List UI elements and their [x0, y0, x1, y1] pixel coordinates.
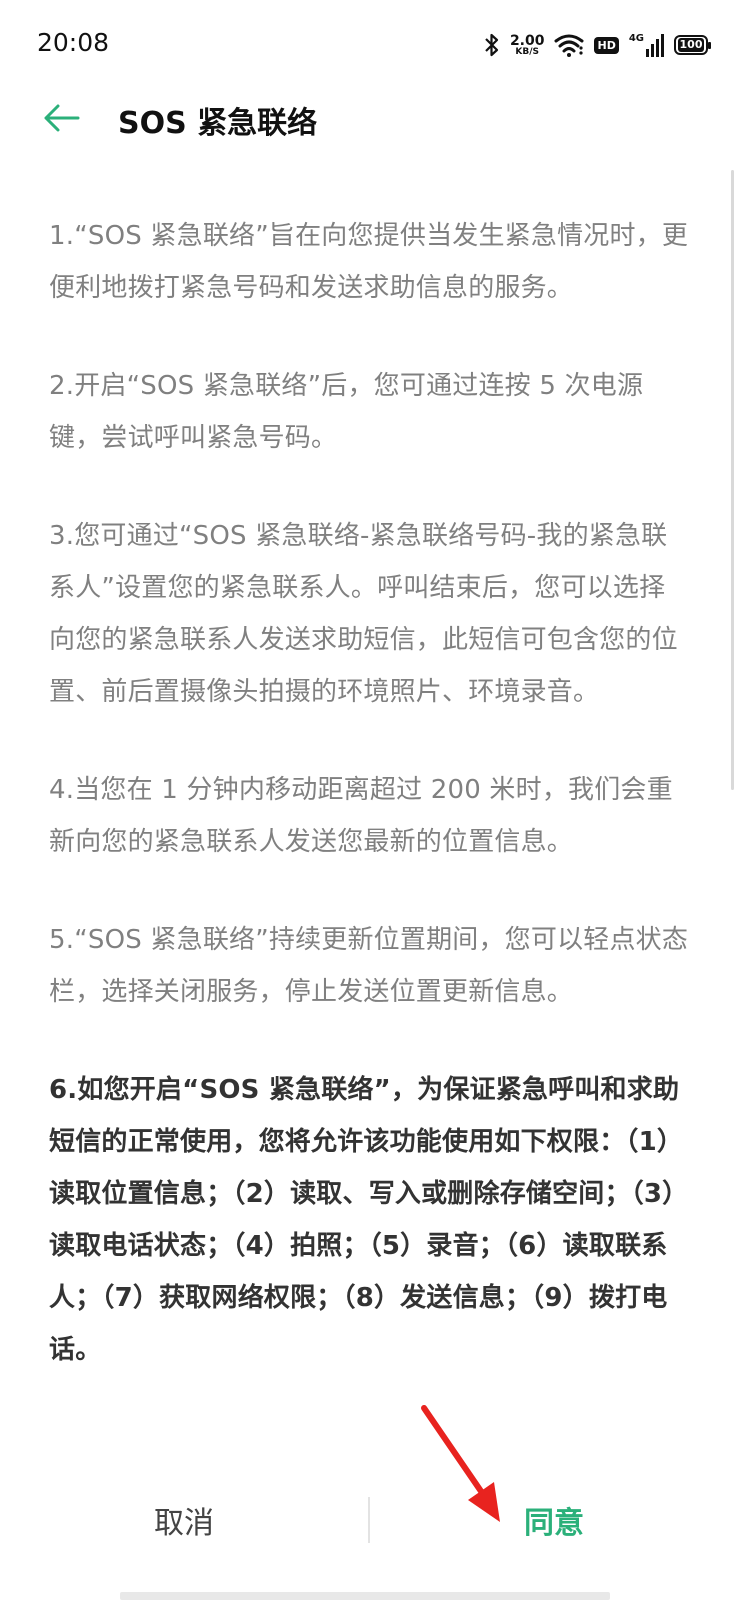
back-button[interactable]: [36, 92, 88, 144]
battery-icon: 100: [674, 35, 711, 55]
status-time: 20:08: [37, 28, 110, 57]
network-speed-value: 2.00: [509, 32, 545, 49]
page-title: SOS 紧急联络: [118, 106, 318, 141]
back-arrow-icon: [44, 104, 80, 132]
cancel-button[interactable]: 取消: [0, 1480, 368, 1560]
agreement-paragraph-3: 3.您可通过“SOS 紧急联络-紧急联络号码-我的紧急联系人”设置您的紧急联系人…: [49, 521, 678, 707]
agree-button[interactable]: 同意: [370, 1480, 738, 1560]
network-speed: 2.00 KB/S: [510, 34, 545, 57]
network-speed-unit: KB/S: [515, 46, 540, 57]
agreement-paragraph-6-permissions: 6.如您开启“SOS 紧急联络”，为保证紧急呼叫和求助短信的正常使用，您将允许该…: [49, 1075, 689, 1365]
hd-voice-badge: HD: [594, 36, 619, 54]
agreement-paragraph-4: 4.当您在 1 分钟内移动距离超过 200 米时，我们会重新向您的紧急联系人发送…: [49, 775, 673, 857]
bluetooth-icon: [484, 32, 500, 58]
agreement-paragraph-2: 2.开启“SOS 紧急联络”后，您可通过连按 5 次电源键，尝试呼叫紧急号码。: [49, 371, 644, 453]
network-type-label: 4G: [628, 33, 644, 44]
status-icons: 2.00 KB/S HD 4G 100: [484, 28, 711, 62]
navigation-gesture-bar[interactable]: [120, 1592, 610, 1600]
cellular-signal-icon: 4G: [629, 33, 664, 57]
dialog-action-bar: 取消 同意: [0, 1480, 738, 1560]
agreement-paragraph-1: 1.“SOS 紧急联络”旨在向您提供当发生紧急情况时，更便利地拨打紧急号码和发送…: [49, 221, 689, 303]
agreement-content: 1.“SOS 紧急联络”旨在向您提供当发生紧急情况时，更便利地拨打紧急号码和发送…: [49, 210, 689, 1376]
status-bar: 20:08 2.00 KB/S HD 4G 100: [0, 0, 738, 88]
app-header: SOS 紧急联络: [0, 88, 738, 148]
scrollbar[interactable]: [731, 170, 734, 790]
wifi-icon: [554, 33, 584, 57]
battery-level: 100: [677, 38, 705, 52]
agreement-paragraph-5: 5.“SOS 紧急联络”持续更新位置期间，您可以轻点状态栏，选择关闭服务，停止发…: [49, 925, 689, 1007]
